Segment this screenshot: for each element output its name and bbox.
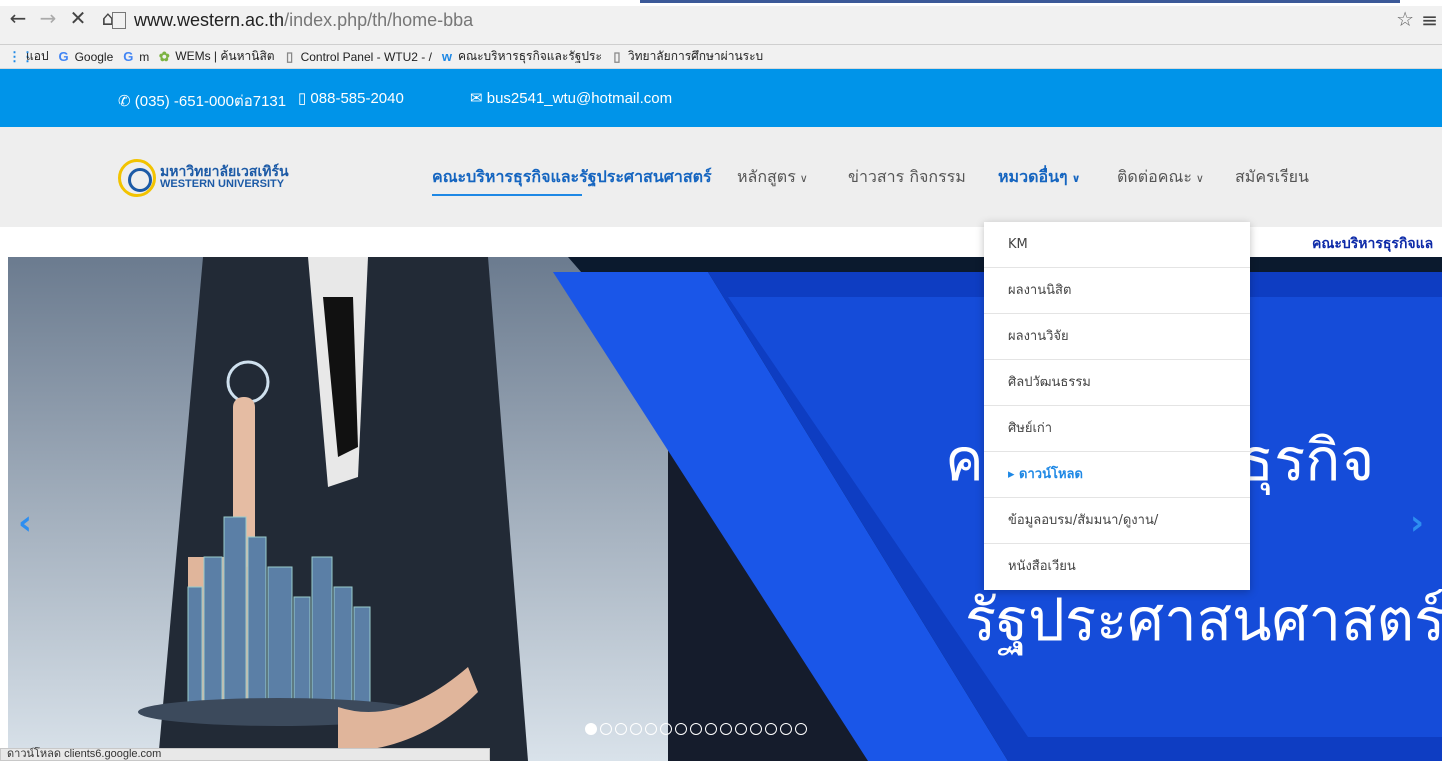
slider-dot[interactable] [735,723,747,735]
menu-contact-label: ติดต่อคณะ [1117,167,1192,186]
menu-courses-label: หลักสูตร [737,167,796,186]
forward-icon[interactable]: → [36,6,60,30]
site-header: มหาวิทยาลัยเวสเทิร์น WESTERN UNIVERSITY … [0,127,1442,227]
dropdown-item[interactable]: ▸ ดาวน์โหลด [984,452,1250,498]
bookmark-item[interactable]: w คณะบริหารธุรกิจและรัฐประ [440,47,602,66]
page-icon: ▯ [613,48,621,64]
url-domain: www.western.ac.th [134,9,285,30]
bookmark-label: Google [74,49,114,64]
slider-dot[interactable] [630,723,642,735]
address-bar[interactable]: www.western.ac.th/index.php/th/home-bba [112,9,473,31]
menu-faculty[interactable]: คณะบริหารธุรกิจและรัฐประศาสนศาสตร์ [432,165,712,196]
url-path: /index.php/th/home-bba [284,9,474,30]
contact-bar: ✆ (035) -651-000ต่อ7131 ▯ 088-585-2040 ✉… [0,69,1442,127]
dropdown-item[interactable]: ศิลปวัฒนธรรม [984,360,1250,406]
slider-dot[interactable] [705,723,717,735]
bookmark-label: Control Panel - WTU2 - / [300,49,432,64]
bookmark-label: วิทยาลัยการศึกษาผ่านระบ [627,49,764,63]
wems-icon: ✿ [158,48,170,64]
menu-news[interactable]: ข่าวสาร กิจกรรม [848,165,966,190]
dropdown-item[interactable]: KM [984,222,1250,268]
slider-dot[interactable] [795,723,807,735]
slider-dot[interactable] [600,723,612,735]
bookmarks-bar: ⋮⋮ แอป G Google Gm ✿ WEMs | ค้นหานิสิต ▯ Control… [0,45,1442,69]
slider-dot[interactable] [720,723,732,735]
wtu-icon: w [441,48,453,64]
logo-thai: มหาวิทยาลัยเวสเทิร์น [160,163,289,179]
menu-other-label: หมวดอื่นๆ [998,167,1068,186]
slider-dot[interactable] [660,723,672,735]
menu-apply[interactable]: สมัครเรียน [1235,165,1309,190]
dropdown-item[interactable]: หนังสือเวียน [984,544,1250,590]
dropdown-item[interactable]: ผลงานวิจัย [984,314,1250,360]
chevron-down-icon: ∨ [799,172,808,185]
menu-other[interactable]: หมวดอื่นๆ ∨ [998,165,1081,190]
stop-icon[interactable]: ✕ [66,6,90,30]
logo-mark-icon [118,159,156,197]
mobile-text: 088-585-2040 [310,90,404,107]
slider-dot[interactable] [645,723,657,735]
university-logo[interactable]: มหาวิทยาลัยเวสเทิร์น WESTERN UNIVERSITY [118,159,289,197]
bookmark-item[interactable]: ▯ วิทยาลัยการศึกษาผ่านระบ [610,47,763,66]
apps-icon: ⋮⋮ [8,48,34,64]
slider-dot[interactable] [750,723,762,735]
bookmark-item[interactable]: G Google [57,48,114,64]
bookmark-star-icon[interactable]: ☆ [1396,7,1414,31]
email-text: bus2541_wtu@hotmail.com [486,90,673,107]
menu-contact[interactable]: ติดต่อคณะ ∨ [1117,165,1204,190]
mobile-contact: ▯ 088-585-2040 [298,90,404,107]
slider-dot[interactable] [615,723,627,735]
ticker-text[interactable]: คณะบริหารธุรกิจแล [1312,233,1433,255]
email-contact[interactable]: ✉ bus2541_wtu@hotmail.com [470,89,672,107]
prev-slide-icon[interactable]: ‹ [18,503,32,543]
bookmark-item[interactable]: ⋮⋮ แอป [8,47,49,66]
status-bar: ดาวน์โหลด clients6.google.com [0,748,490,761]
menu-courses[interactable]: หลักสูตร ∨ [737,165,808,190]
google-icon: G [58,48,69,64]
back-icon[interactable]: ← [6,6,30,30]
phone-text: (035) -651-000ต่อ7131 [134,93,287,110]
browser-toolbar: ← → ✕ ⌂ www.western.ac.th/index.php/th/h… [0,0,1442,45]
slider-pagination [585,723,810,735]
bookmark-label: m [139,49,150,64]
bookmark-label: แอป [26,49,49,63]
slider-dot[interactable] [675,723,687,735]
phone-contact: ✆ (035) -651-000ต่อ7131 [118,93,287,110]
dropdown-item[interactable]: ข้อมูลอบรม/สัมมนา/ดูงาน/ [984,498,1250,544]
slider-dot[interactable] [585,723,597,735]
bookmark-label: WEMs | ค้นหานิสิต [175,49,275,63]
slider-dot[interactable] [765,723,777,735]
bookmark-label: คณะบริหารธุรกิจและรัฐประ [457,49,602,63]
google-icon: G [123,48,134,64]
chevron-down-icon: ∨ [1195,172,1204,185]
slider-dot[interactable] [780,723,792,735]
slider-dot[interactable] [690,723,702,735]
dropdown-item[interactable]: ศิษย์เก่า [984,406,1250,452]
page-icon: ▯ [286,48,294,64]
bookmark-item[interactable]: ▯ Control Panel - WTU2 - / [283,48,432,64]
chevron-down-icon: ∨ [1071,172,1081,185]
menu-icon[interactable]: ≡ [1421,8,1438,32]
page-icon [112,11,126,29]
next-slide-icon[interactable]: › [1410,503,1424,543]
bookmark-item[interactable]: ✿ WEMs | ค้นหานิสิต [157,47,275,66]
logo-english: WESTERN UNIVERSITY [160,178,285,190]
bookmark-item[interactable]: Gm [121,48,150,64]
dropdown-item[interactable]: ผลงานนิสิต [984,268,1250,314]
other-dropdown-menu: KM ผลงานนิสิต ผลงานวิจัย ศิลปวัฒนธรรม ศิษย์เ… [984,222,1250,590]
